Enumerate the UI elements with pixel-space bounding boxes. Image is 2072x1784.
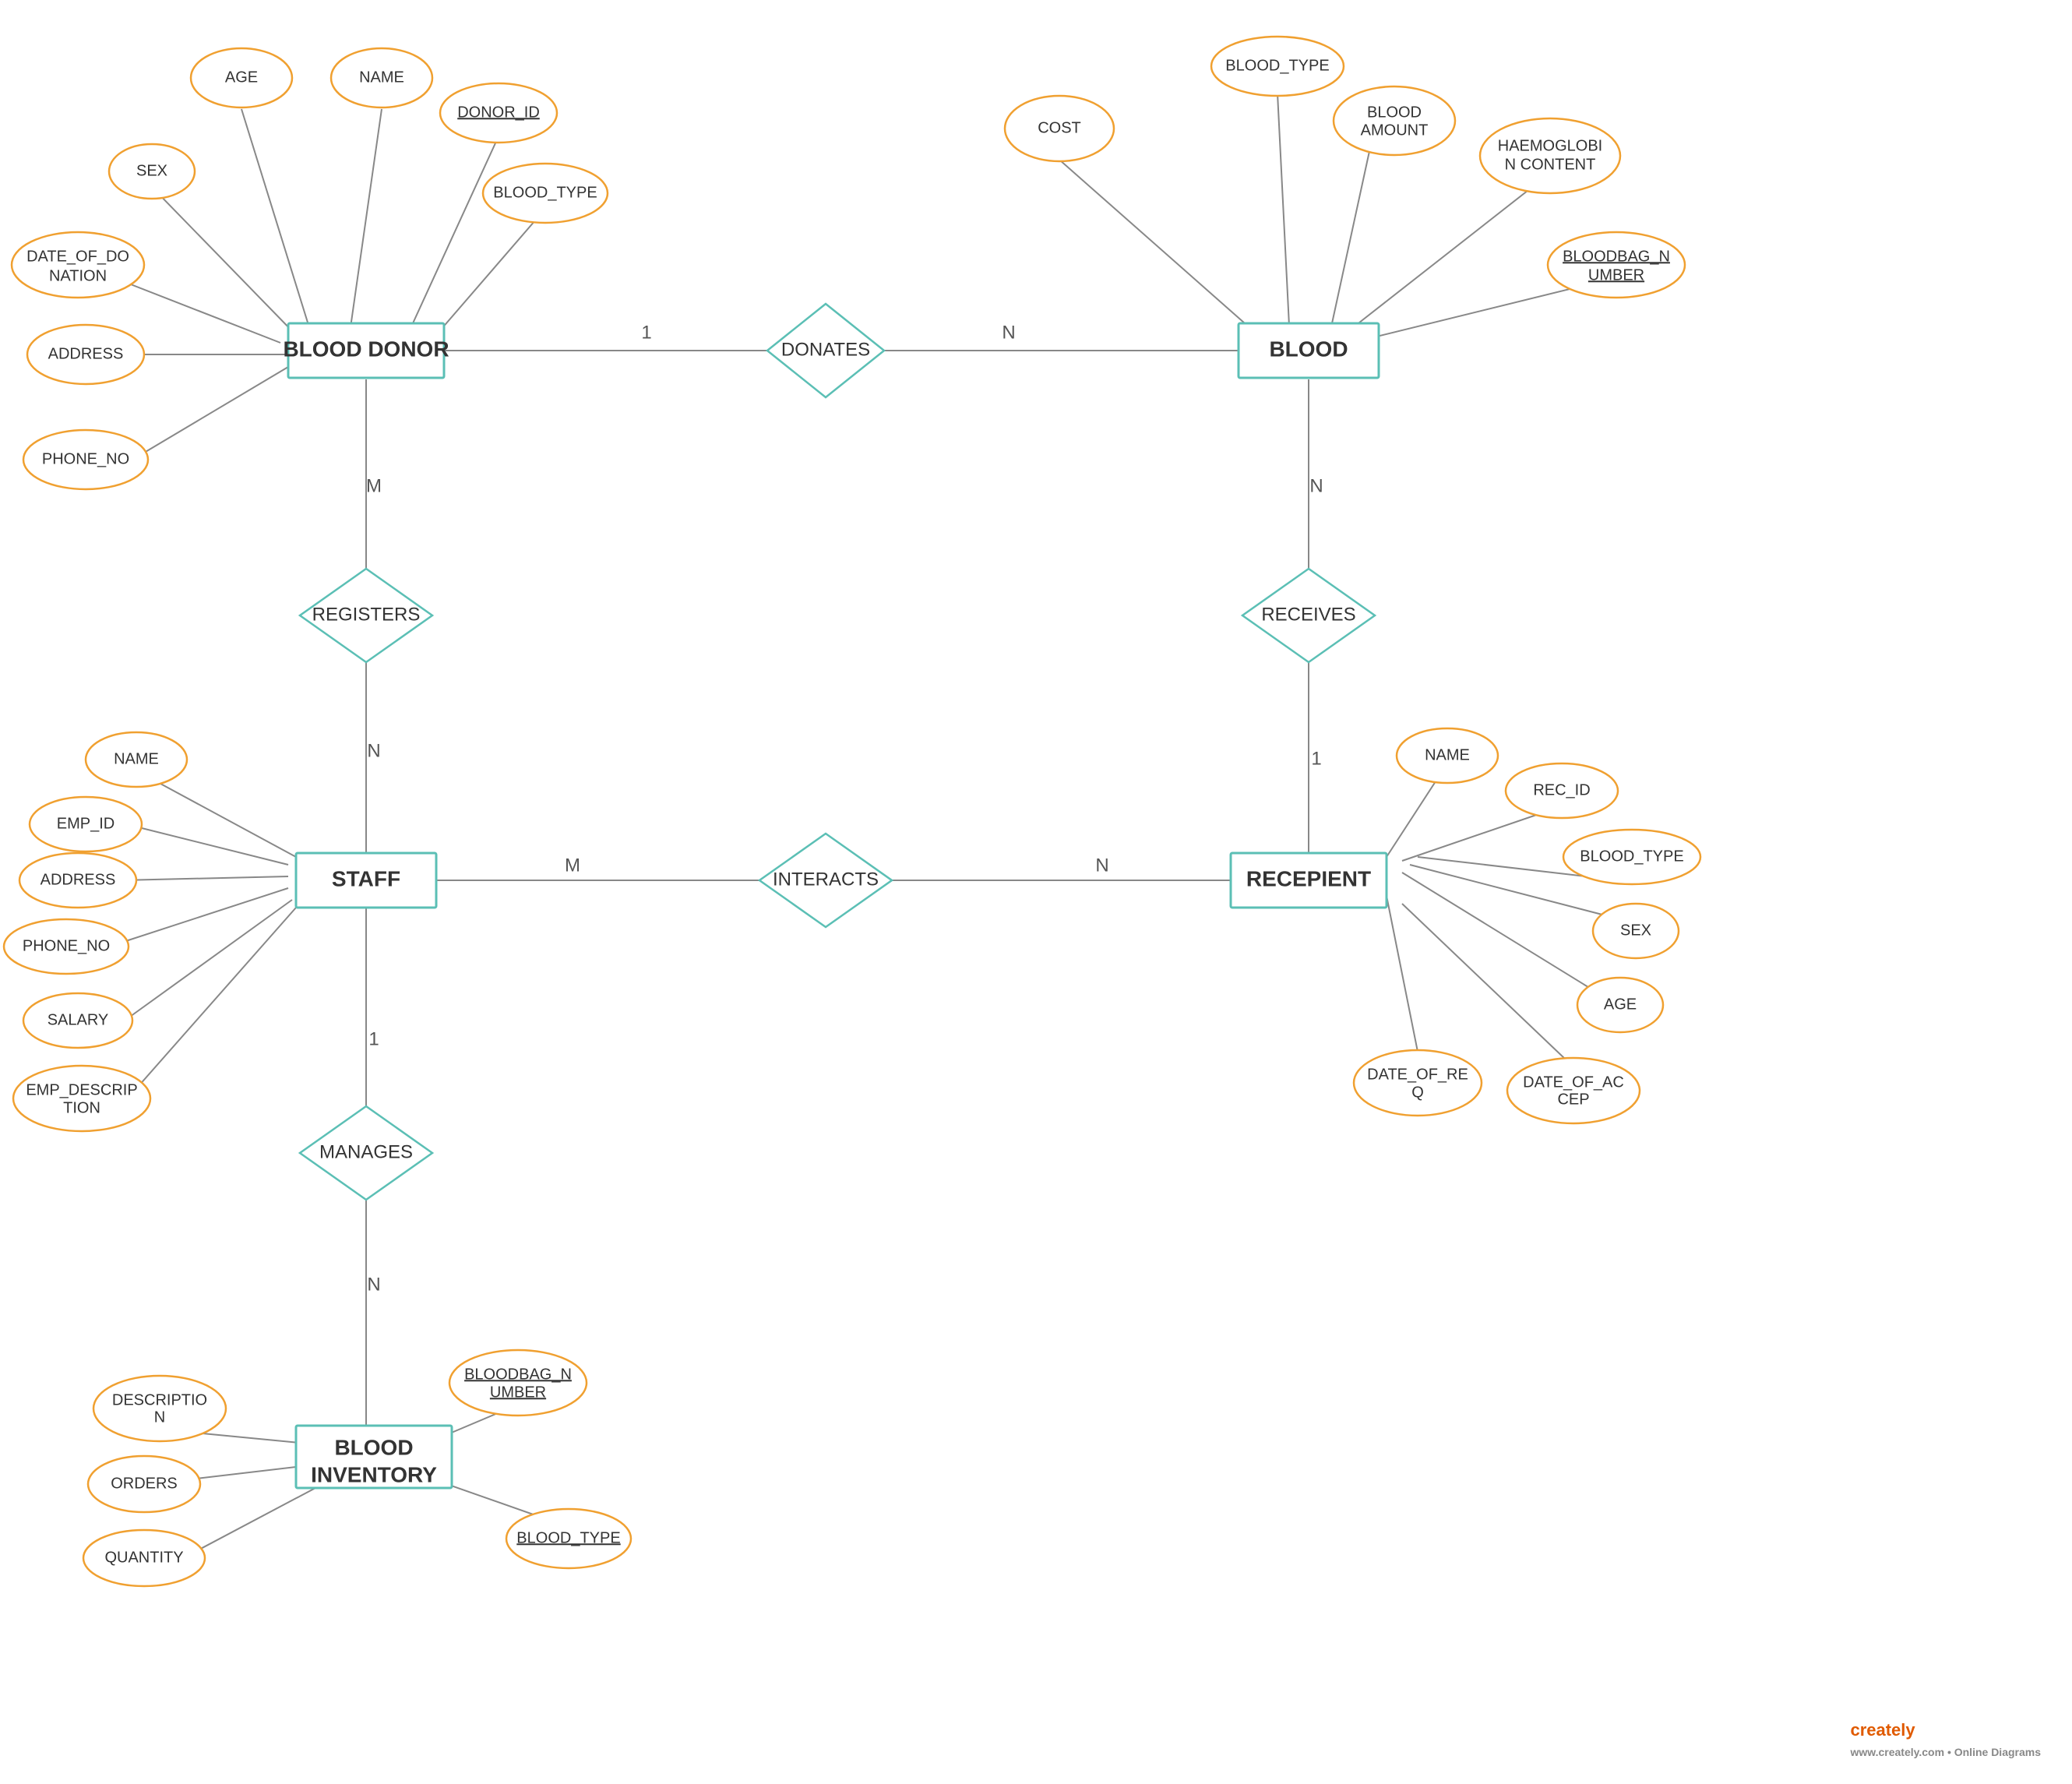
creately-logo: creately www.creately.com • Online Diagr… [1850, 1720, 2041, 1761]
attr-donor-name-text: NAME [359, 69, 404, 86]
attr-inv-bloodbag-text2: UMBER [490, 1384, 546, 1401]
card-n-blood-receives: N [1309, 475, 1323, 496]
attr-blood-bloodbag-text1: BLOODBAG_N [1563, 248, 1670, 265]
card-n-donates: N [1002, 322, 1015, 343]
attr-rec-date-accep-text1: DATE_OF_AC [1523, 1074, 1624, 1091]
attr-donor-address-text: ADDRESS [48, 345, 124, 362]
attr-blood-cost-text: COST [1038, 119, 1081, 136]
attr-donor-date-text1: DATE_OF_DO [26, 248, 129, 265]
attr-staff-emp-desc-text2: TION [63, 1099, 100, 1116]
attr-rec-id-text: REC_ID [1533, 781, 1590, 799]
attr-inv-desc-text1: DESCRIPTIO [112, 1391, 207, 1409]
recepient-label: RECEPIENT [1246, 866, 1371, 890]
card-m-registers-donor: M [366, 475, 382, 496]
attr-donor-age-text: AGE [225, 69, 258, 86]
attr-staff-address-text: ADDRESS [41, 871, 116, 888]
card-m-interacts-staff: M [565, 855, 580, 876]
attr-staff-name-text: NAME [114, 750, 159, 767]
attr-inv-quantity-text: QUANTITY [104, 1549, 183, 1566]
attr-donor-sex-text: SEX [136, 162, 167, 179]
attr-blood-bloodbag-text2: UMBER [1588, 266, 1644, 284]
receives-label: RECEIVES [1261, 604, 1355, 625]
attr-donor-id-text: DONOR_ID [457, 104, 540, 121]
attr-rec-date-req-text2: Q [1411, 1084, 1424, 1101]
attr-blood-amount-text1: BLOOD [1367, 104, 1422, 121]
attr-rec-age-text: AGE [1604, 996, 1637, 1013]
creately-brand: creately [1850, 1720, 1915, 1740]
creately-sub: www.creately.com • Online Diagrams [1850, 1746, 2041, 1758]
attr-donor-date-text2: NATION [49, 267, 107, 284]
attr-staff-emp-id-text: EMP_ID [57, 815, 115, 832]
attr-rec-blood-type-text: BLOOD_TYPE [1580, 848, 1683, 865]
attr-rec-sex-text: SEX [1620, 922, 1651, 939]
attr-inv-bloodbag-text1: BLOODBAG_N [464, 1366, 572, 1383]
attr-inv-desc-text2: N [154, 1409, 165, 1426]
attr-staff-salary-text: SALARY [48, 1011, 109, 1028]
attr-rec-name-text: NAME [1425, 746, 1470, 763]
manages-label: MANAGES [319, 1141, 413, 1162]
interacts-label: INTERACTS [773, 869, 879, 890]
attr-donor-phone-text: PHONE_NO [42, 450, 129, 467]
attr-donor-blood-type-text: BLOOD_TYPE [493, 184, 597, 201]
registers-label: REGISTERS [312, 604, 421, 625]
attr-blood-haemo-text1: HAEMOGLOBI [1498, 137, 1602, 154]
staff-label: STAFF [332, 866, 400, 890]
card-n-interacts-recepient: N [1095, 855, 1108, 876]
card-1-manages-staff: 1 [368, 1028, 379, 1049]
blood-inventory-label2: INVENTORY [311, 1462, 437, 1486]
card-n-manages-inventory: N [367, 1274, 380, 1295]
attr-rec-date-accep-text2: CEP [1557, 1091, 1589, 1108]
attr-staff-emp-desc-text1: EMP_DESCRIP [26, 1081, 137, 1098]
card-1-donates: 1 [641, 322, 651, 343]
attr-staff-phone-text: PHONE_NO [23, 937, 110, 954]
blood-inventory-label1: BLOOD [334, 1435, 413, 1459]
blood-donor-label: BLOOD DONOR [283, 337, 449, 361]
attr-rec-date-req-text1: DATE_OF_RE [1367, 1066, 1468, 1083]
attr-inv-blood-type-text: BLOOD_TYPE [516, 1529, 620, 1546]
attr-inv-orders-text: ORDERS [111, 1475, 178, 1492]
attr-blood-amount-text2: AMOUNT [1361, 122, 1429, 139]
blood-label: BLOOD [1269, 337, 1348, 361]
attr-blood-haemo-text2: N CONTENT [1505, 156, 1596, 173]
attr-blood-blood-type-text: BLOOD_TYPE [1225, 57, 1329, 74]
card-1-receives-recepient: 1 [1311, 748, 1321, 769]
donates-label: DONATES [781, 339, 870, 360]
card-n-registers-staff: N [367, 740, 380, 761]
